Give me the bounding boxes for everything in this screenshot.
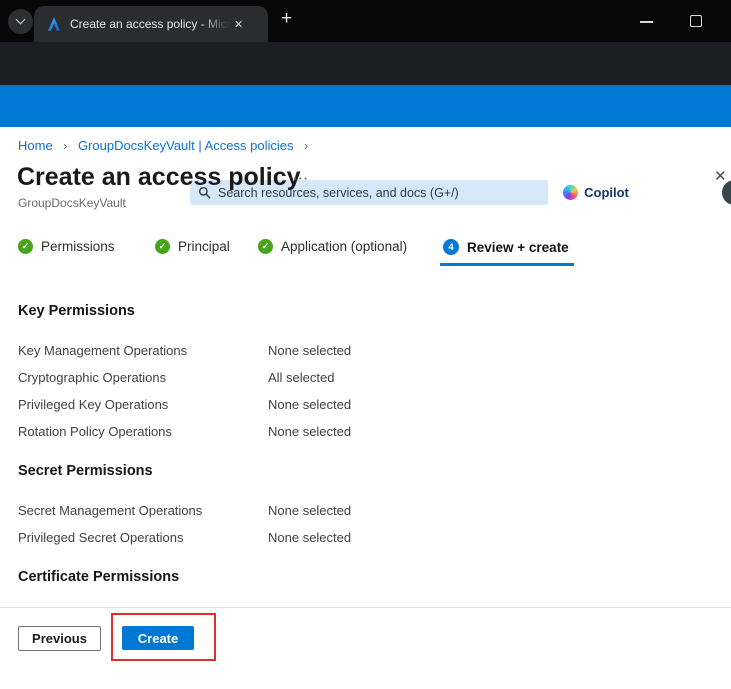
page-subtitle: GroupDocsKeyVault [18, 196, 126, 210]
row-value: All selected [268, 370, 334, 385]
section-heading-key-permissions: Key Permissions [18, 303, 135, 319]
tab-label: Review + create [467, 240, 569, 255]
footer-divider [0, 607, 731, 608]
new-tab-button[interactable]: + [281, 8, 292, 30]
page-more-button[interactable]: ··· [293, 171, 309, 186]
row-label: Secret Management Operations [18, 503, 202, 518]
browser-window: Create an access policy - Micros ✕ + [0, 0, 731, 689]
row-value: None selected [268, 424, 351, 439]
tab-principal[interactable]: ✓ Principal [155, 239, 230, 254]
copilot-label: Copilot [584, 185, 629, 200]
step-4-badge: 4 [443, 239, 459, 255]
row-value: None selected [268, 343, 351, 358]
chevron-down-icon [16, 15, 26, 25]
section-heading-secret-permissions: Secret Permissions [18, 463, 153, 479]
row-label: Rotation Policy Operations [18, 424, 172, 439]
breadcrumb-home-link[interactable]: Home [18, 138, 53, 153]
create-button[interactable]: Create [122, 626, 194, 650]
row-label: Key Management Operations [18, 343, 187, 358]
tab-search-button[interactable] [8, 9, 33, 34]
row-value: None selected [268, 530, 351, 545]
row-label: Cryptographic Operations [18, 370, 166, 385]
azure-favicon-icon [46, 16, 62, 32]
azure-header: Microsoft Azure Copilot ··· [0, 85, 731, 127]
chevron-right-icon: › [63, 139, 67, 153]
tab-application[interactable]: ✓ Application (optional) [258, 239, 407, 254]
check-circle-icon: ✓ [155, 239, 170, 254]
tab-close-icon[interactable]: ✕ [234, 18, 243, 31]
tab-label: Permissions [41, 239, 115, 254]
browser-toolbar: portal.azure.com/#view... ☆ [0, 42, 731, 85]
check-circle-icon: ✓ [18, 239, 33, 254]
browser-tab-strip: Create an access policy - Micros ✕ + [0, 0, 731, 42]
tab-label: Principal [178, 239, 230, 254]
window-maximize-button[interactable] [690, 15, 702, 27]
row-label: Privileged Key Operations [18, 397, 168, 412]
blade-close-button[interactable]: ✕ [714, 167, 727, 185]
chevron-right-icon: › [304, 139, 308, 153]
tab-review-create[interactable]: 4 Review + create [443, 239, 569, 255]
copilot-button[interactable]: Copilot [552, 180, 640, 205]
tab-title: Create an access policy - Micros [70, 17, 230, 31]
breadcrumb-keyvault-link[interactable]: GroupDocsKeyVault | Access policies [78, 138, 294, 153]
row-label: Privileged Secret Operations [18, 530, 183, 545]
window-minimize-button[interactable] [640, 21, 653, 23]
header-more-button[interactable]: ··· [691, 182, 711, 198]
active-tab-underline [440, 263, 574, 266]
copilot-icon [563, 185, 578, 200]
tab-permissions[interactable]: ✓ Permissions [18, 239, 115, 254]
row-value: None selected [268, 397, 351, 412]
section-heading-certificate-permissions: Certificate Permissions [18, 569, 179, 585]
browser-tab[interactable]: Create an access policy - Micros ✕ [34, 6, 268, 42]
breadcrumb: Home › GroupDocsKeyVault | Access polici… [18, 138, 315, 153]
check-circle-icon: ✓ [258, 239, 273, 254]
page-title: Create an access policy [17, 163, 301, 192]
previous-button[interactable]: Previous [18, 626, 101, 651]
tab-label: Application (optional) [281, 239, 407, 254]
row-value: None selected [268, 503, 351, 518]
